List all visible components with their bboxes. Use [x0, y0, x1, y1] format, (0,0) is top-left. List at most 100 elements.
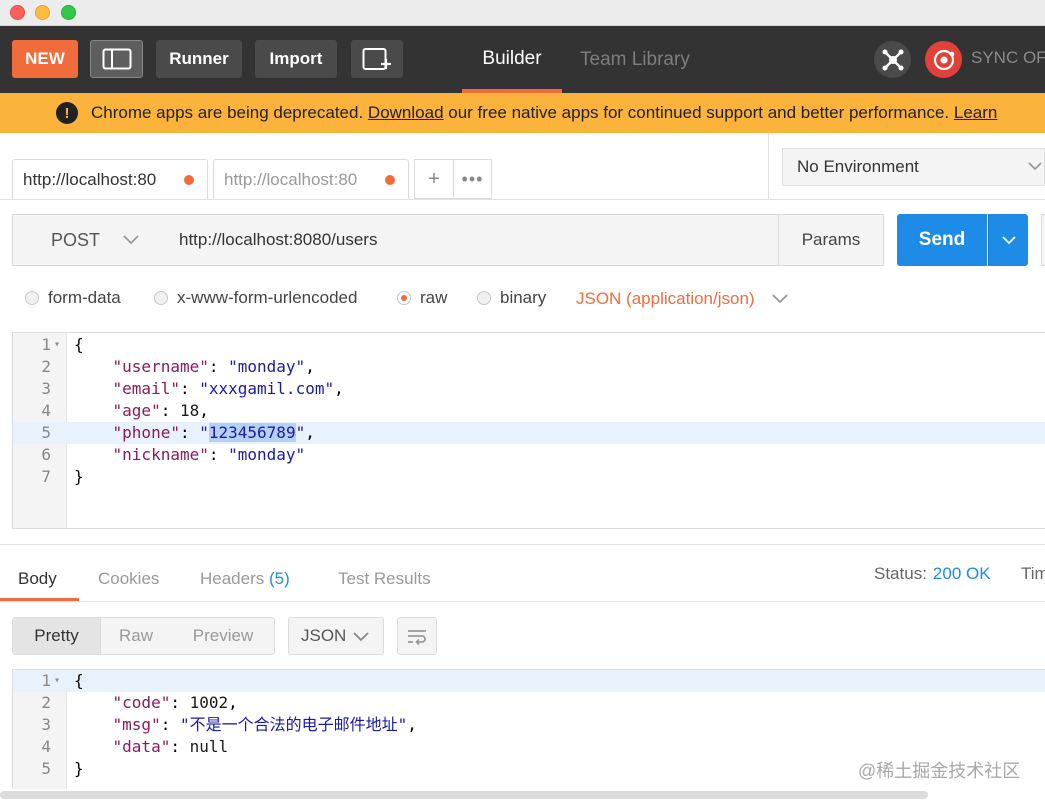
radio-label: x-www-form-urlencoded [177, 288, 358, 307]
json-sep: , [199, 401, 209, 420]
runner-button[interactable]: Runner [156, 40, 242, 78]
params-button[interactable]: Params [778, 214, 884, 266]
tab-headers[interactable]: Headers (5) [200, 569, 290, 589]
code-text: { [74, 335, 84, 354]
json-value: "monday" [228, 357, 306, 376]
app-header: NEW Runner Import Builder Team Library S… [0, 26, 1045, 93]
json-key: "age" [112, 401, 161, 420]
sync-status-label: SYNC OFF [971, 48, 1045, 67]
code-text: } [74, 759, 84, 778]
method-select[interactable]: POST [12, 214, 165, 266]
status-label: Status: [874, 564, 927, 583]
fold-arrow-icon[interactable]: ▾ [54, 670, 60, 692]
learn-more-link[interactable]: Learn [954, 103, 997, 122]
new-window-icon [362, 48, 391, 70]
new-window-button[interactable] [351, 40, 403, 78]
request-body-editor[interactable]: 1 ▾ { 2 "username": "monday", 3 "email":… [12, 332, 1045, 529]
code-line: 2 "username": "monday", [13, 356, 1045, 378]
json-key: "code" [112, 693, 171, 712]
line-number: 3 [41, 715, 51, 734]
pretty-button[interactable]: Pretty [13, 618, 101, 654]
response-status: Status: 200 OK [874, 564, 991, 584]
fold-arrow-icon[interactable]: ▾ [54, 334, 60, 356]
line-number: 1 [41, 335, 51, 354]
tab-cookies[interactable]: Cookies [98, 569, 159, 589]
radio-circle[interactable] [477, 291, 491, 305]
interceptor-button[interactable] [874, 41, 911, 78]
send-options-button[interactable] [988, 214, 1028, 266]
view-mode-toggle: Pretty Raw Preview [12, 617, 275, 655]
more-tabs-button[interactable]: ••• [453, 159, 492, 199]
code-line: 4 "age": 18, [13, 400, 1045, 422]
json-value: "monday" [228, 445, 306, 464]
wrap-lines-button[interactable] [397, 617, 437, 655]
request-tab-2[interactable]: http://localhost:80 [213, 159, 409, 199]
sync-button[interactable] [925, 41, 962, 78]
import-button[interactable]: Import [255, 40, 337, 78]
preview-button[interactable]: Preview [171, 618, 275, 654]
new-tab-button[interactable]: + [414, 159, 454, 199]
code-text: { [74, 671, 84, 690]
code-text: "username": "monday", [112, 357, 315, 376]
radio-circle[interactable] [25, 291, 39, 305]
toggle-sidebar-button[interactable] [90, 40, 143, 78]
sync-off-icon [933, 49, 954, 70]
save-button[interactable] [1041, 214, 1045, 266]
code-line: 1 ▾ { [13, 334, 1045, 356]
request-tab-1[interactable]: http://localhost:80 [12, 159, 208, 199]
divider [0, 601, 1045, 602]
zoom-window-button[interactable] [61, 5, 76, 20]
code-text: "nickname": "monday" [112, 445, 306, 464]
tab-response-body[interactable]: Body [18, 569, 57, 589]
code-line: 2 "code": 1002, [13, 692, 1045, 714]
warning-icon: ! [56, 102, 78, 124]
line-number: 6 [41, 445, 51, 464]
code-text: "age": 18, [112, 401, 209, 420]
divider [0, 544, 1045, 545]
json-sep: , [407, 715, 417, 734]
horizontal-scrollbar[interactable] [0, 791, 928, 799]
chevron-down-icon[interactable] [770, 288, 790, 308]
content-type-select[interactable]: JSON (application/json) [576, 289, 755, 309]
deprecation-banner: ! Chrome apps are being deprecated. Down… [0, 93, 1045, 133]
banner-message: Chrome apps are being deprecated. Downlo… [91, 103, 997, 123]
code-text: } [74, 467, 84, 486]
json-key: "msg" [112, 715, 161, 734]
code-line: 3 "email": "xxxgamil.com", [13, 378, 1045, 400]
request-tab-label: http://localhost:80 [23, 169, 157, 189]
json-value: "不是一个合法的电子邮件地址" [179, 715, 408, 734]
code-text: "phone": "123456789", [112, 423, 315, 442]
tab-test-results[interactable]: Test Results [338, 569, 431, 589]
send-button[interactable]: Send [897, 214, 987, 266]
new-button[interactable]: NEW [12, 40, 78, 78]
json-value: 18 [179, 401, 200, 420]
radio-raw[interactable]: raw [397, 288, 447, 308]
format-value: JSON [301, 626, 347, 645]
json-value: 1002 [189, 693, 229, 712]
tab-builder[interactable]: Builder [462, 26, 562, 93]
line-number: 5 [41, 423, 51, 442]
download-link[interactable]: Download [368, 103, 444, 122]
tab-team-library[interactable]: Team Library [580, 26, 690, 93]
environment-select[interactable]: No Environment [782, 148, 1045, 186]
radio-circle-selected[interactable] [397, 291, 411, 305]
code-text: "email": "xxxgamil.com", [112, 379, 344, 398]
close-window-button[interactable] [10, 5, 25, 20]
status-value: 200 OK [932, 564, 991, 583]
request-tab-label: http://localhost:80 [224, 169, 358, 189]
url-input[interactable]: http://localhost:8080/users [164, 214, 779, 266]
raw-button[interactable]: Raw [101, 618, 171, 654]
line-number: 4 [41, 401, 51, 420]
radio-x-www-form-urlencoded[interactable]: x-www-form-urlencoded [154, 288, 357, 308]
json-key: "email" [112, 379, 180, 398]
json-key: "username" [112, 357, 209, 376]
ellipsis-icon: ••• [461, 168, 484, 189]
code-line-active: 5 "phone": "123456789", [13, 422, 1045, 444]
minimize-window-button[interactable] [35, 5, 50, 20]
format-select[interactable]: JSON [288, 617, 384, 655]
tab-headers-label: Headers [200, 569, 265, 588]
radio-form-data[interactable]: form-data [25, 288, 121, 308]
radio-circle[interactable] [154, 291, 168, 305]
radio-binary[interactable]: binary [477, 288, 546, 308]
line-number: 5 [41, 759, 51, 778]
